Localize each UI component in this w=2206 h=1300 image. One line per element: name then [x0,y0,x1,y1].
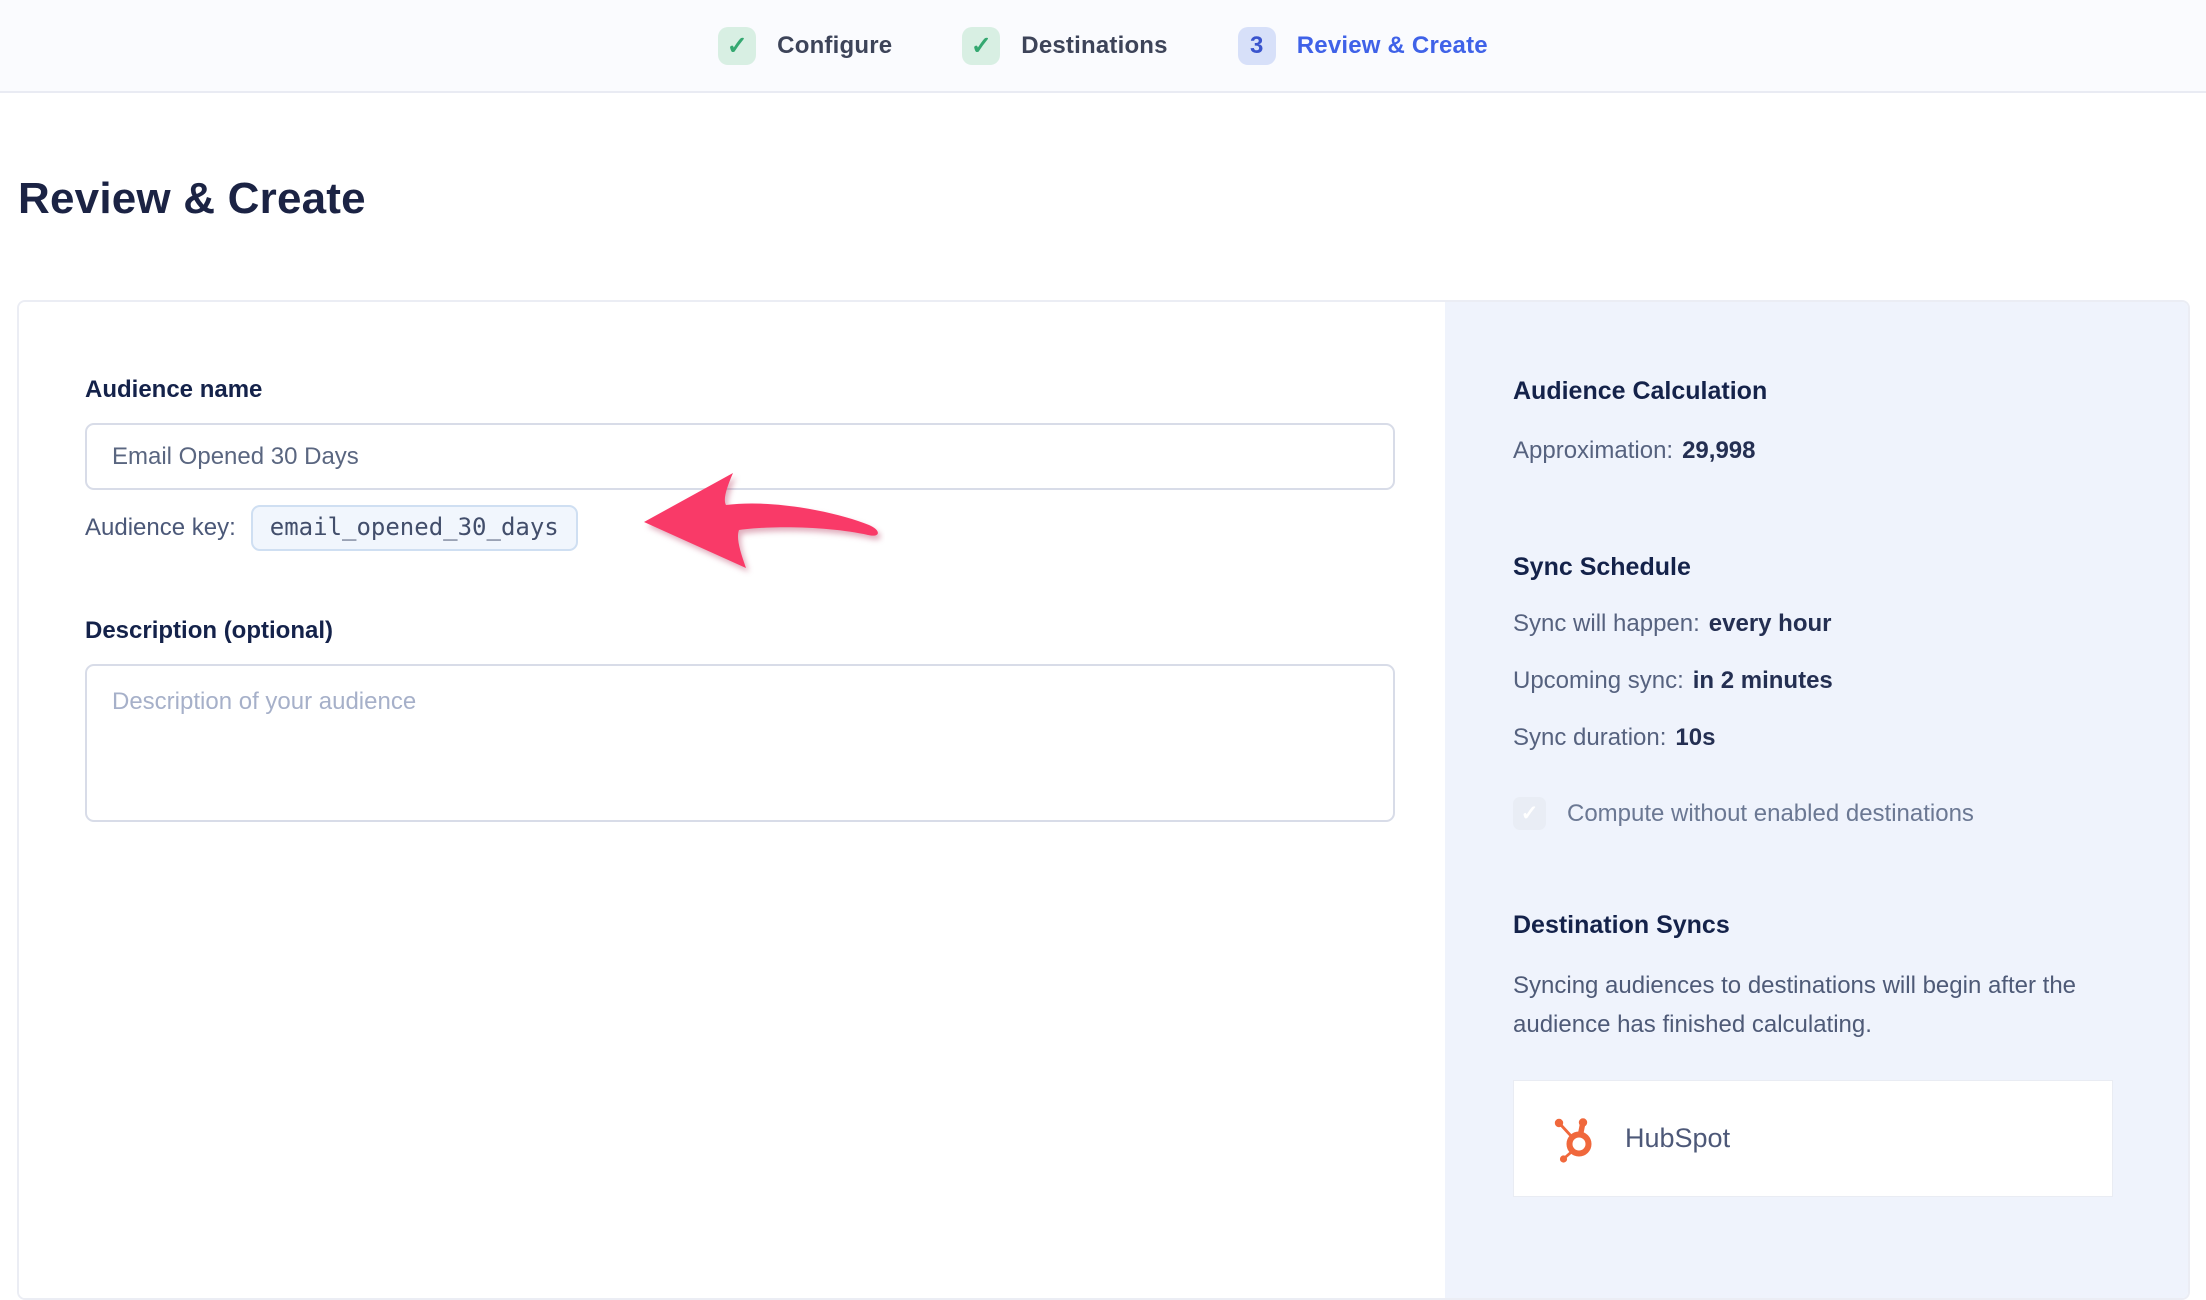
step-configure[interactable]: ✓ Configure [718,27,892,65]
step-destinations[interactable]: ✓ Destinations [962,27,1167,65]
step-destinations-label: Destinations [1021,32,1167,60]
upcoming-sync-label: Upcoming sync: [1513,667,1684,694]
compute-checkbox[interactable]: ✓ [1513,797,1546,830]
approximation-label: Approximation: [1513,437,1673,464]
audience-form: Audience name Audience key: email_opened… [19,302,1445,1298]
step-configure-label: Configure [777,32,892,60]
sync-duration-value: 10s [1675,724,1715,751]
hubspot-logo-icon [1552,1115,1600,1163]
destination-name: HubSpot [1625,1123,1730,1154]
wizard-stepper: ✓ Configure ✓ Destinations 3 Review & Cr… [0,0,2206,93]
upcoming-sync-row: Upcoming sync: in 2 minutes [1513,666,2120,696]
step-number-badge: 3 [1238,27,1276,65]
step-review-create[interactable]: 3 Review & Create [1238,27,1488,65]
destination-hubspot-card[interactable]: HubSpot [1513,1080,2113,1197]
description-label: Description (optional) [85,617,1395,645]
page-title: Review & Create [18,175,2206,223]
audience-key-row: Audience key: email_opened_30_days [85,505,1395,551]
approximation-row: Approximation: 29,998 [1513,436,2120,466]
destination-syncs-heading: Destination Syncs [1513,910,2120,940]
summary-panel: Audience Calculation Approximation: 29,99… [1445,302,2188,1298]
sync-duration-row: Sync duration: 10s [1513,723,2120,753]
review-card: Audience name Audience key: email_opened… [17,300,2190,1300]
upcoming-sync-value: in 2 minutes [1693,667,1833,694]
audience-key-chip[interactable]: email_opened_30_days [251,505,578,551]
step-review-create-label: Review & Create [1297,32,1488,60]
sync-duration-label: Sync duration: [1513,724,1666,751]
audience-name-label: Audience name [85,376,1395,404]
approximation-value: 29,998 [1682,437,1755,464]
audience-calculation-heading: Audience Calculation [1513,376,2120,406]
compute-without-destinations-row: ✓ Compute without enabled destinations [1513,797,2120,830]
description-field: Description (optional) [85,617,1395,827]
description-textarea[interactable] [85,664,1395,822]
compute-checkbox-label: Compute without enabled destinations [1567,800,1974,828]
destination-syncs-description: Syncing audiences to destinations will b… [1513,966,2093,1044]
sync-schedule-heading: Sync Schedule [1513,552,2120,582]
audience-name-input[interactable] [85,423,1395,490]
step-complete-check-icon: ✓ [962,27,1000,65]
audience-key-label: Audience key: [85,514,236,542]
step-complete-check-icon: ✓ [718,27,756,65]
sync-frequency-value: every hour [1709,610,1832,637]
sync-frequency-row: Sync will happen: every hour [1513,609,2120,639]
sync-frequency-label: Sync will happen: [1513,610,1700,637]
